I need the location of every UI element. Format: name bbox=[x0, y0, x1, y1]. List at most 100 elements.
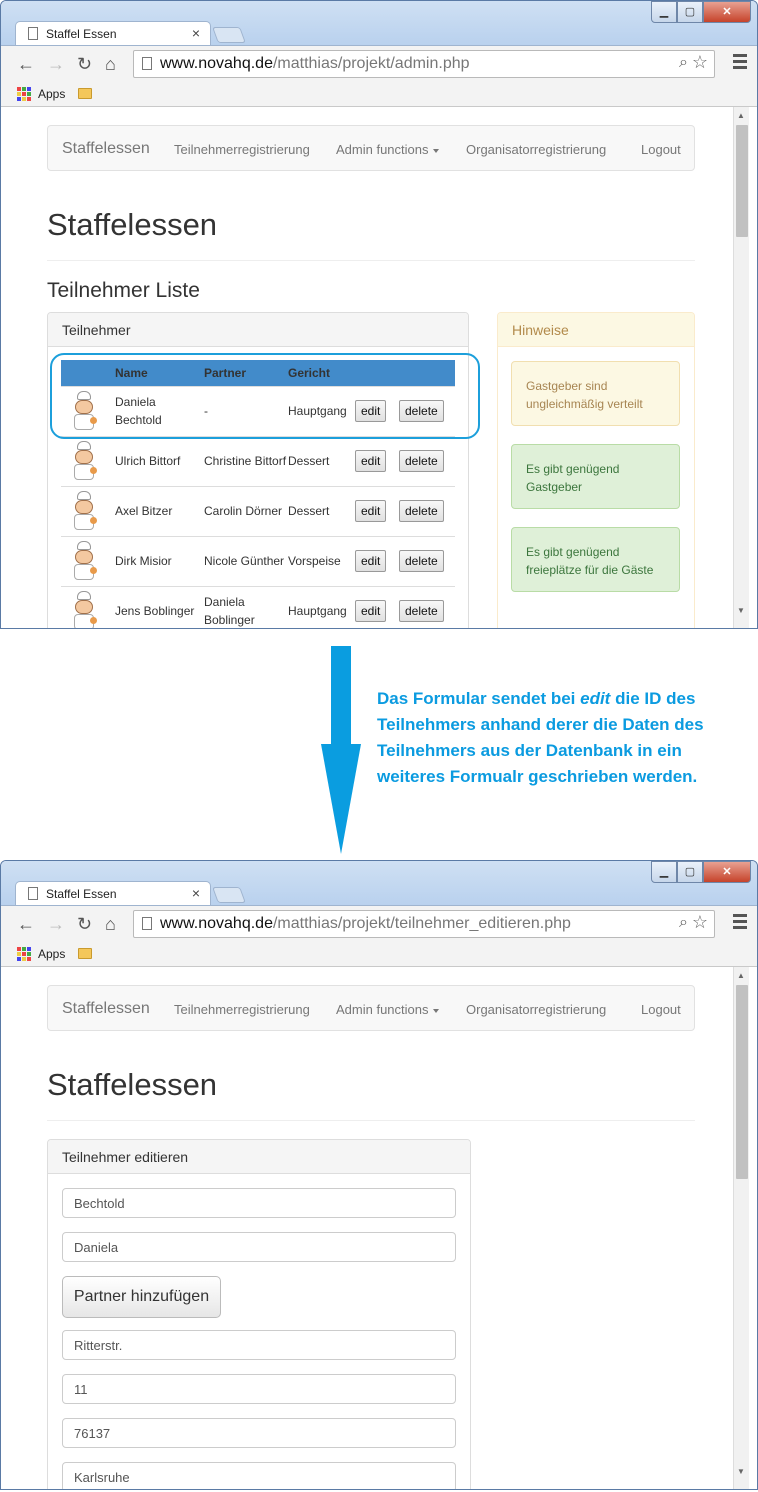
navbar: Staffelessen Teilnehmerregistrierung Adm… bbox=[47, 985, 695, 1031]
zoom-icon[interactable]: ⌕ bbox=[679, 54, 688, 72]
page-scrollbar[interactable]: ▲ ▼ bbox=[733, 967, 749, 1489]
address-bar[interactable]: www.novahq.de/matthias/projekt/admin.php… bbox=[133, 50, 715, 78]
navbar-brand[interactable]: Staffelessen bbox=[62, 1000, 150, 1018]
new-tab-button[interactable] bbox=[212, 887, 246, 903]
nav-logout[interactable]: Logout bbox=[641, 1002, 681, 1017]
close-window-button[interactable]: ✕ bbox=[703, 861, 751, 883]
scroll-thumb[interactable] bbox=[736, 985, 748, 1179]
avatar-cell bbox=[61, 485, 115, 536]
maximize-button[interactable]: ▢ bbox=[677, 861, 703, 883]
close-tab-icon[interactable]: × bbox=[192, 25, 200, 41]
street-input[interactable]: Ritterstr. bbox=[62, 1330, 456, 1360]
home-icon[interactable]: ⌂ bbox=[105, 914, 116, 935]
browser-window-edit: Staffel Essen × ▁ ▢ ✕ ← → ↻ ⌂ www.novahq… bbox=[0, 860, 758, 1490]
minimize-button[interactable]: ▁ bbox=[651, 861, 677, 883]
back-icon[interactable]: ← bbox=[17, 54, 35, 75]
chef-avatar-icon bbox=[71, 491, 101, 531]
scroll-thumb[interactable] bbox=[736, 125, 748, 237]
delete-cell: delete bbox=[399, 485, 455, 536]
nav-admin-functions[interactable]: Admin functions bbox=[336, 1002, 439, 1017]
minimize-button[interactable]: ▁ bbox=[651, 1, 677, 23]
scroll-up-icon[interactable]: ▲ bbox=[737, 971, 745, 980]
page-viewport: Staffelessen Teilnehmerregistrierung Adm… bbox=[9, 967, 733, 1489]
browser-tab[interactable]: Staffel Essen × bbox=[15, 21, 211, 45]
cell-gericht: Vorspeise bbox=[288, 535, 355, 586]
house-number-input[interactable]: 11 bbox=[62, 1374, 456, 1404]
nav-organisatorregistrierung[interactable]: Organisatorregistrierung bbox=[466, 1002, 606, 1017]
cell-name: Axel Bitzer bbox=[115, 485, 204, 536]
edit-row-highlight bbox=[50, 353, 480, 439]
scroll-down-icon[interactable]: ▼ bbox=[737, 606, 745, 615]
cell-partner: Nicole Günther bbox=[204, 535, 288, 586]
nav-admin-label: Admin functions bbox=[336, 1002, 429, 1017]
new-tab-button[interactable] bbox=[212, 27, 246, 43]
nav-teilnehmerregistrierung[interactable]: Teilnehmerregistrierung bbox=[174, 142, 310, 157]
cell-gericht: Dessert bbox=[288, 435, 355, 486]
navbar-brand[interactable]: Staffelessen bbox=[62, 140, 150, 158]
down-arrow-icon bbox=[331, 646, 351, 746]
edit-cell: edit bbox=[355, 435, 399, 486]
lastname-input[interactable]: Bechtold bbox=[62, 1188, 456, 1218]
scroll-up-icon[interactable]: ▲ bbox=[737, 111, 745, 120]
delete-button[interactable]: delete bbox=[399, 450, 444, 472]
edit-button[interactable]: edit bbox=[355, 500, 387, 522]
forward-icon[interactable]: → bbox=[47, 914, 65, 935]
browser-window-admin: Staffel Essen × ▁ ▢ ✕ ← → ↻ ⌂ www.novahq… bbox=[0, 0, 758, 629]
nav-organisatorregistrierung[interactable]: Organisatorregistrierung bbox=[466, 142, 606, 157]
close-tab-icon[interactable]: × bbox=[192, 885, 200, 901]
bookmarks-bar: Apps bbox=[1, 941, 757, 967]
reload-icon[interactable]: ↻ bbox=[77, 54, 92, 75]
title-bar: Staffel Essen × ▁ ▢ ✕ bbox=[1, 861, 757, 905]
firstname-input[interactable]: Daniela bbox=[62, 1232, 456, 1262]
apps-label[interactable]: Apps bbox=[38, 87, 65, 101]
menu-icon[interactable] bbox=[733, 54, 747, 72]
scroll-down-icon[interactable]: ▼ bbox=[737, 1467, 745, 1476]
bookmark-star-icon[interactable]: ☆ bbox=[692, 912, 708, 933]
zoom-icon[interactable]: ⌕ bbox=[679, 914, 688, 932]
edit-cell: edit bbox=[355, 485, 399, 536]
edit-button[interactable]: edit bbox=[355, 550, 387, 572]
nav-teilnehmerregistrierung[interactable]: Teilnehmerregistrierung bbox=[174, 1002, 310, 1017]
bookmark-star-icon[interactable]: ☆ bbox=[692, 52, 708, 73]
browser-toolbar: ← → ↻ ⌂ www.novahq.de/matthias/projekt/t… bbox=[1, 905, 757, 941]
table-row: Dirk Misior Nicole Günther Vorspeise edi… bbox=[61, 535, 455, 586]
edit-participant-panel: Teilnehmer editieren Bechtold Daniela Pa… bbox=[47, 1139, 471, 1489]
tab-title: Staffel Essen bbox=[46, 27, 117, 41]
delete-button[interactable]: delete bbox=[399, 550, 444, 572]
down-arrow-head bbox=[321, 744, 361, 854]
page-title: Staffelessen bbox=[47, 1067, 218, 1102]
apps-icon[interactable] bbox=[17, 947, 31, 961]
back-icon[interactable]: ← bbox=[17, 914, 35, 935]
address-bar[interactable]: www.novahq.de/matthias/projekt/teilnehme… bbox=[133, 910, 715, 938]
hints-heading: Hinweise bbox=[498, 313, 694, 347]
edit-button[interactable]: edit bbox=[355, 600, 387, 623]
add-partner-button[interactable]: Partner hinzufügen bbox=[62, 1276, 221, 1318]
postcode-input[interactable]: 76137 bbox=[62, 1418, 456, 1448]
page-icon bbox=[142, 917, 152, 930]
delete-button[interactable]: delete bbox=[399, 500, 444, 522]
title-bar: Staffel Essen × ▁ ▢ ✕ bbox=[1, 1, 757, 45]
reload-icon[interactable]: ↻ bbox=[77, 914, 92, 935]
apps-label[interactable]: Apps bbox=[38, 947, 65, 961]
nav-admin-functions[interactable]: Admin functions bbox=[336, 142, 439, 157]
close-window-button[interactable]: ✕ bbox=[703, 1, 751, 23]
city-input[interactable]: Karlsruhe bbox=[62, 1462, 456, 1489]
forward-icon[interactable]: → bbox=[47, 54, 65, 75]
folder-icon[interactable] bbox=[78, 948, 92, 959]
hints-panel: Hinweise Gastgeber sind ungleichmäßig ve… bbox=[497, 312, 695, 628]
maximize-button[interactable]: ▢ bbox=[677, 1, 703, 23]
browser-tab[interactable]: Staffel Essen × bbox=[15, 881, 211, 905]
cell-partner: Carolin Dörner bbox=[204, 485, 288, 536]
menu-icon[interactable] bbox=[733, 914, 747, 932]
page-scrollbar[interactable]: ▲ ▼ bbox=[733, 107, 749, 628]
table-row: Jens Boblinger Daniela Boblinger Hauptga… bbox=[61, 585, 455, 628]
home-icon[interactable]: ⌂ bbox=[105, 54, 116, 75]
nav-admin-label: Admin functions bbox=[336, 142, 429, 157]
folder-icon[interactable] bbox=[78, 88, 92, 99]
delete-button[interactable]: delete bbox=[399, 600, 444, 623]
hint-alert-success: Es gibt genügend freieplätze für die Gäs… bbox=[511, 527, 680, 592]
nav-logout[interactable]: Logout bbox=[641, 142, 681, 157]
edit-button[interactable]: edit bbox=[355, 450, 387, 472]
apps-icon[interactable] bbox=[17, 87, 31, 101]
divider bbox=[47, 1120, 695, 1121]
